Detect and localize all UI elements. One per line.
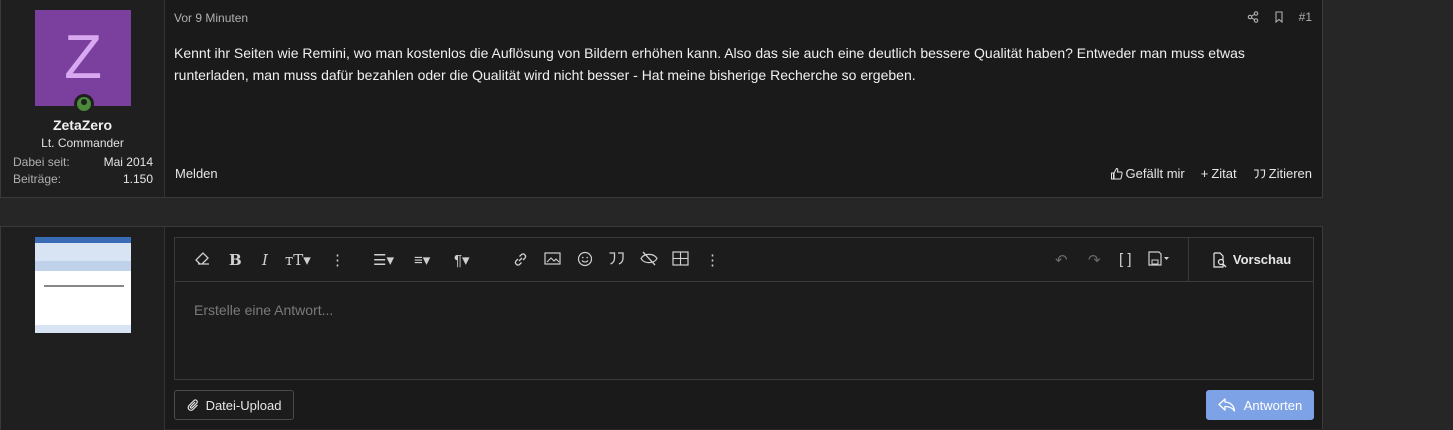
current-user-avatar[interactable] [35, 237, 131, 333]
emoji-icon[interactable] [577, 251, 593, 267]
more-options-icon[interactable]: ⋮ [330, 251, 345, 269]
stat-value: Mai 2014 [103, 155, 153, 169]
quote-label: Zitieren [1268, 166, 1312, 181]
editor-toolbar: B I тT▾ ⋮ ☰▾ ≡▾ ¶▾ ⋮ ↶ ↷ [] Vorschau [175, 238, 1313, 282]
avatar-letter: Z [64, 23, 102, 92]
more-options-icon[interactable]: ⋮ [705, 251, 720, 269]
spoiler-icon[interactable] [640, 251, 658, 266]
preview-icon [1213, 251, 1227, 268]
table-icon[interactable] [672, 251, 689, 266]
preview-label: Vorschau [1232, 252, 1292, 267]
file-upload-label: Datei-Upload [205, 397, 282, 413]
reply-icon [1218, 398, 1235, 412]
report-link[interactable]: Melden [175, 166, 218, 181]
list-icon[interactable]: ☰▾ [373, 251, 394, 269]
paragraph-icon[interactable]: ¶▾ [454, 251, 470, 269]
bold-icon[interactable]: B [229, 251, 242, 269]
stat-label: Dabei seit: [13, 155, 70, 169]
file-upload-button[interactable]: Datei-Upload [174, 390, 294, 420]
like-button[interactable]: Gefällt mir [1110, 166, 1185, 181]
align-icon[interactable]: ≡▾ [414, 251, 430, 269]
rich-text-editor: B I тT▾ ⋮ ☰▾ ≡▾ ¶▾ ⋮ ↶ ↷ [] Vorschau Er… [174, 237, 1314, 380]
quote-block-icon[interactable] [608, 251, 626, 266]
post-tools: #1 [1247, 10, 1312, 24]
post-user-column: Z ZetaZero Lt. Commander Dabei seit: Mai… [1, 0, 165, 197]
preview-button[interactable]: Vorschau [1188, 238, 1313, 281]
bookmark-icon[interactable] [1273, 11, 1285, 23]
stat-joined: Dabei seit: Mai 2014 [13, 155, 153, 169]
quote-plus-button[interactable]: + Zitat [1201, 166, 1237, 181]
forum-post: Z ZetaZero Lt. Commander Dabei seit: Mai… [0, 0, 1323, 198]
quote-button[interactable]: Zitieren [1253, 166, 1312, 181]
stat-value[interactable]: 1.150 [123, 172, 153, 186]
online-status-icon [74, 94, 94, 114]
reply-submit-label: Antworten [1243, 397, 1303, 413]
share-icon[interactable] [1247, 11, 1259, 23]
post-number[interactable]: #1 [1299, 10, 1312, 24]
thumbs-up-icon [1110, 167, 1123, 180]
stat-posts: Beiträge: 1.150 [13, 172, 153, 186]
plus-icon: + [1200, 166, 1209, 181]
save-draft-icon[interactable] [1148, 251, 1170, 266]
post-body: Kennt ihr Seiten wie Remini, wo man kost… [174, 45, 1245, 83]
font-size-icon[interactable]: тT▾ [285, 251, 311, 269]
italic-icon[interactable]: I [262, 251, 268, 269]
undo-icon[interactable]: ↶ [1055, 251, 1068, 269]
username[interactable]: ZetaZero [1, 117, 164, 133]
eraser-icon[interactable] [194, 251, 211, 266]
paperclip-icon [187, 398, 198, 411]
reply-submit-button[interactable]: Antworten [1206, 390, 1314, 420]
post-time[interactable]: Vor 9 Minuten [174, 11, 248, 25]
reply-form: B I тT▾ ⋮ ☰▾ ≡▾ ¶▾ ⋮ ↶ ↷ [] Vorschau Er… [0, 226, 1323, 430]
reply-input[interactable]: Erstelle eine Antwort... [194, 302, 333, 318]
post-actions: Gefällt mir + Zitat Zitieren [1110, 166, 1312, 181]
image-icon[interactable] [544, 251, 561, 266]
user-title: Lt. Commander [41, 136, 124, 150]
quote-plus-label: Zitat [1211, 166, 1237, 181]
link-icon[interactable] [512, 251, 529, 268]
redo-icon[interactable]: ↷ [1088, 251, 1101, 269]
avatar[interactable]: Z [35, 10, 131, 106]
fullscreen-icon[interactable]: [ ] [1119, 251, 1132, 268]
reply-user-column [1, 227, 165, 430]
quote-icon [1253, 168, 1265, 179]
stat-label: Beiträge: [13, 172, 62, 186]
like-label: Gefällt mir [1125, 166, 1185, 181]
